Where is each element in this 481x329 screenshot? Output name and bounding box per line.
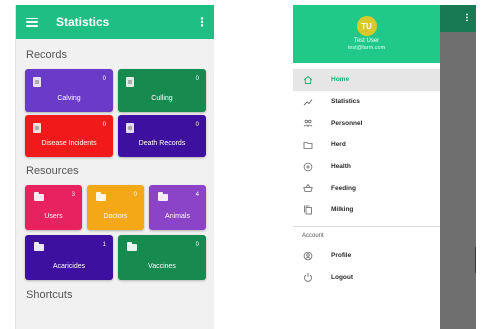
card-label: Calving	[57, 95, 81, 102]
card-label: Vaccines	[148, 263, 176, 270]
folder-icon	[34, 242, 44, 251]
resources-heading: Resources	[26, 165, 79, 177]
dimmed-app-bar	[440, 5, 476, 32]
card-count: 0	[133, 192, 137, 198]
card-label: Animals	[165, 213, 190, 220]
copy-icon	[302, 205, 314, 215]
doctors-card[interactable]: 0 Doctors	[87, 185, 144, 230]
acaricides-card[interactable]: 1 Acaricides	[25, 235, 113, 280]
avatar[interactable]: TU	[356, 16, 377, 36]
shortcuts-heading: Shortcuts	[26, 289, 73, 301]
nav-item-label: Statistics	[331, 98, 360, 106]
card-count: 1	[102, 242, 106, 248]
hamburger-menu-icon[interactable]	[26, 17, 38, 27]
document-icon	[33, 123, 41, 133]
folder-icon	[302, 140, 314, 150]
user-name: Test User	[353, 38, 380, 44]
navigation-drawer: TU Test User test@farm.com Home Statisti…	[293, 5, 440, 329]
basket-icon	[302, 183, 314, 193]
card-label: Users	[44, 213, 63, 220]
users-card[interactable]: 3 Users	[25, 185, 82, 230]
death-records-card[interactable]: 0 Death Records	[118, 115, 206, 157]
card-label: Acaricides	[52, 263, 86, 270]
folder-icon	[158, 192, 168, 201]
nav-item-health[interactable]: Health	[293, 156, 440, 178]
nav-item-label: Home	[331, 76, 350, 84]
nav-item-label: Profile	[331, 252, 352, 260]
card-count: 0	[195, 242, 199, 248]
nav-item-logout[interactable]: Logout	[293, 267, 440, 289]
nav-item-label: Herd	[331, 141, 346, 149]
trend-icon	[302, 97, 314, 107]
navigation-drawer-screen: TU Test User test@farm.com Home Statisti…	[293, 5, 476, 329]
nav-item-feeding[interactable]: Feeding	[293, 177, 440, 199]
document-icon	[126, 123, 134, 133]
culling-card[interactable]: 0 Culling	[118, 69, 206, 112]
nav-item-home[interactable]: Home	[293, 69, 440, 91]
nav-item-personnel[interactable]: Personnel	[293, 112, 440, 134]
card-count: 0	[102, 122, 106, 128]
nav-item-statistics[interactable]: Statistics	[293, 91, 440, 113]
nav-item-herd[interactable]: Herd	[293, 134, 440, 156]
folder-icon	[34, 192, 44, 201]
card-label: Disease Incidents	[41, 140, 97, 147]
card-label: Culling	[151, 95, 173, 102]
nav-item-label: Milking	[331, 206, 354, 214]
records-grid: 0 Calving 0 Culling 0 Disease Incidents …	[16, 69, 214, 157]
card-count: 0	[195, 76, 199, 82]
document-icon	[126, 77, 134, 87]
vaccines-card[interactable]: 0 Vaccines	[118, 235, 206, 280]
calving-card[interactable]: 0 Calving	[25, 69, 113, 112]
document-icon	[33, 77, 41, 87]
nav-item-label: Logout	[331, 273, 354, 281]
home-icon	[302, 75, 314, 85]
account-section-label: Account	[302, 232, 324, 239]
folder-icon	[96, 192, 106, 201]
records-heading: Records	[26, 49, 67, 61]
overflow-menu-icon[interactable]: ⋮	[196, 15, 208, 29]
overflow-menu-icon	[466, 13, 468, 21]
card-count: 0	[195, 122, 199, 128]
card-count: 0	[102, 76, 106, 82]
card-count: 3	[71, 192, 75, 198]
page-title: Statistics	[56, 15, 110, 29]
people-icon	[302, 118, 314, 128]
drawer-scrim[interactable]	[440, 5, 476, 329]
drawer-header: TU Test User test@farm.com	[293, 5, 440, 63]
app-bar: Statistics ⋮	[16, 5, 214, 39]
nav-item-label: Personnel	[331, 119, 363, 127]
nav-list: Home Statistics Personnel Herd Health Fe…	[293, 63, 440, 221]
user-circle-icon	[302, 251, 314, 261]
folder-icon	[127, 242, 137, 251]
card-count: 4	[195, 192, 199, 198]
edge-handle	[475, 247, 476, 273]
statistics-screen: Statistics ⋮ Records 0 Calving 0 Culling…	[15, 5, 214, 329]
power-icon	[302, 272, 314, 283]
card-label: Doctors	[103, 213, 128, 220]
nav-item-label: Health	[331, 163, 351, 171]
user-email: test@farm.com	[347, 45, 386, 51]
nav-item-profile[interactable]: Profile	[293, 245, 440, 267]
resources-grid: 3 Users 0 Doctors 4 Animals 1 Acaricides…	[16, 185, 214, 282]
disease-incidents-card[interactable]: 0 Disease Incidents	[25, 115, 113, 157]
animals-card[interactable]: 4 Animals	[149, 185, 206, 230]
nav-item-milking[interactable]: Milking	[293, 199, 440, 221]
nav-item-label: Feeding	[331, 184, 356, 192]
plus-circle-icon	[302, 162, 314, 172]
card-label: Death Records	[138, 140, 186, 147]
